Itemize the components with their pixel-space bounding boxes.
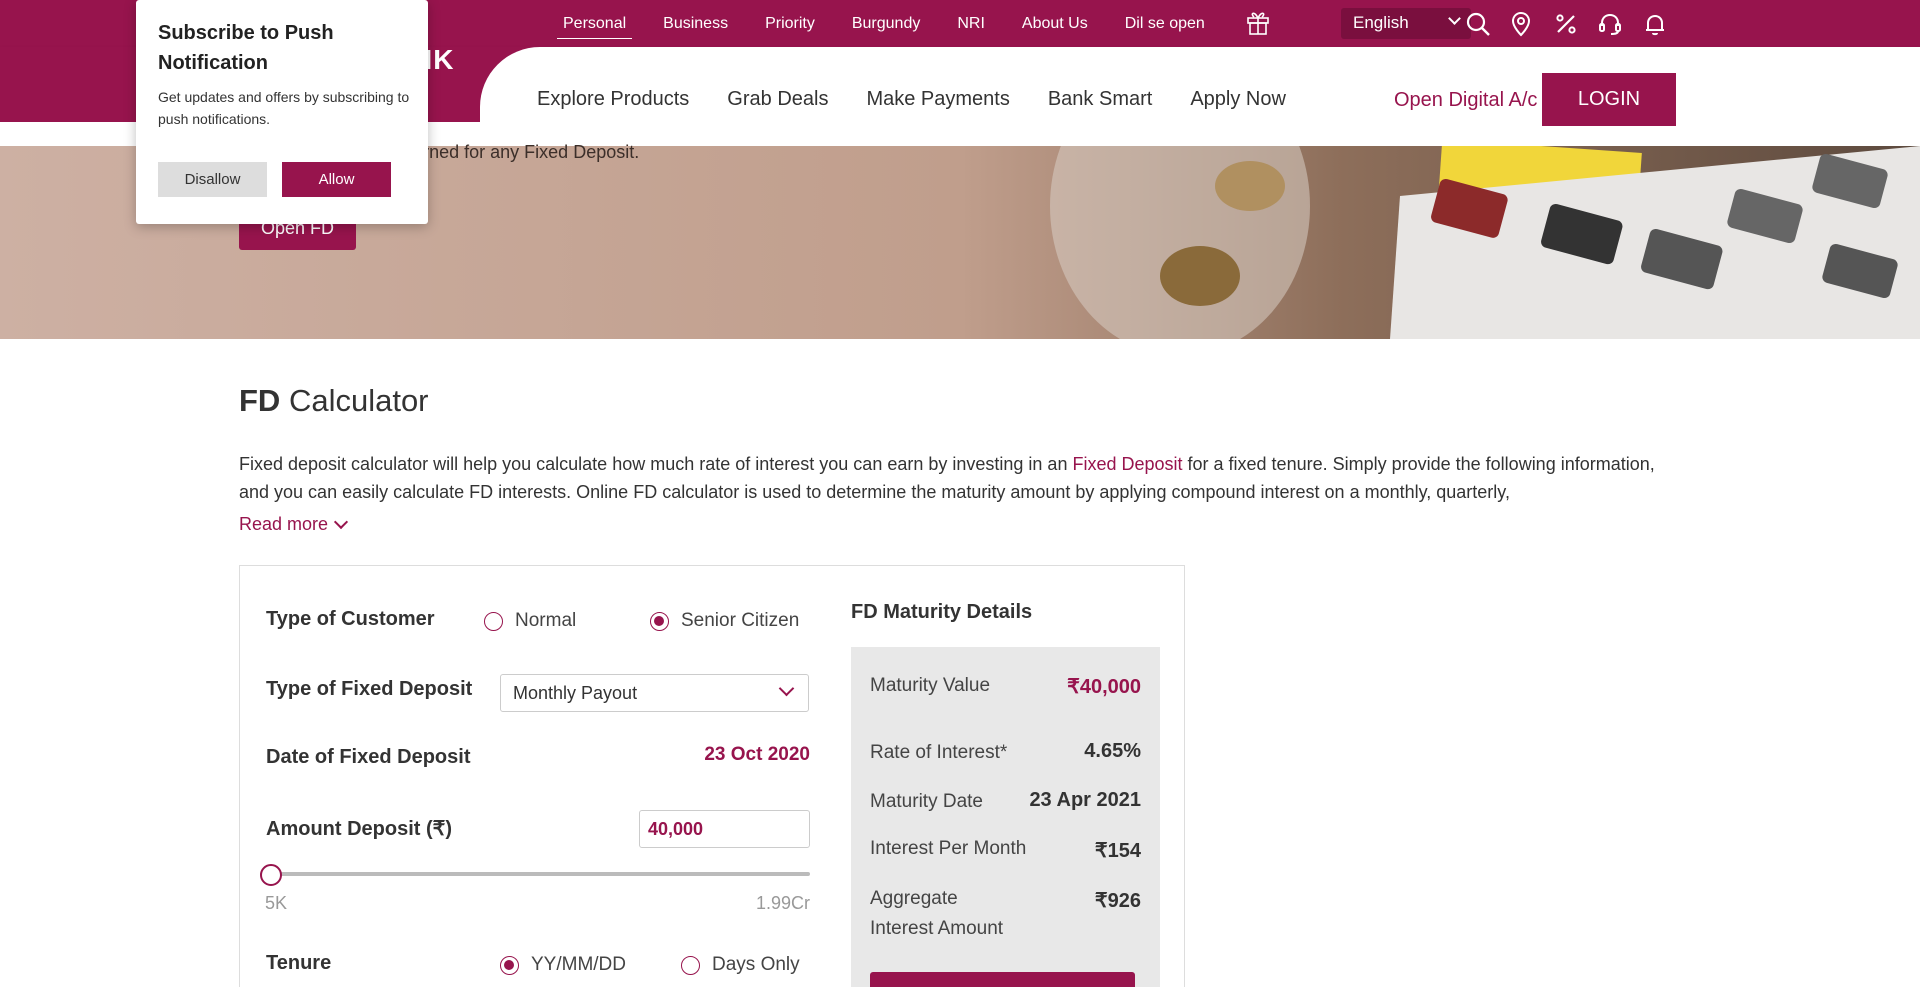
radio-circle xyxy=(681,955,700,975)
nav-bank-smart[interactable]: Bank Smart xyxy=(1048,88,1152,111)
nav-make-payments[interactable]: Make Payments xyxy=(866,88,1009,111)
customer-senior-label: Senior Citizen xyxy=(681,610,800,631)
fd-date-value[interactable]: 23 Oct 2020 xyxy=(660,744,810,766)
slider-max-label: 1.99Cr xyxy=(755,893,810,913)
customer-normal-radio[interactable]: Normal xyxy=(484,610,576,632)
page-title-rest: Calculator xyxy=(280,383,429,418)
maturity-date-value: 23 Apr 2021 xyxy=(1029,789,1141,811)
location-pin-icon[interactable] xyxy=(1508,11,1534,37)
push-notification-popup: Subscribe to Push Notification Get updat… xyxy=(136,0,428,224)
tenure-yymmdd-label: YY/MM/DD xyxy=(531,954,626,975)
tenure-label: Tenure xyxy=(266,952,332,974)
support-headset-icon[interactable] xyxy=(1597,11,1623,37)
search-icon[interactable] xyxy=(1465,11,1491,37)
offers-percent-icon[interactable] xyxy=(1553,11,1579,37)
notification-bell-icon[interactable] xyxy=(1642,11,1668,37)
fd-calculator: Type of Customer Normal Senior Citizen T… xyxy=(239,565,1185,987)
rate-value: 4.65% xyxy=(1084,740,1141,762)
allow-button[interactable]: Allow xyxy=(282,162,391,197)
topnav-priority[interactable]: Priority xyxy=(765,14,815,39)
rate-label: Rate of Interest* xyxy=(870,742,1008,763)
amount-input[interactable] xyxy=(639,810,810,848)
radio-circle-selected xyxy=(500,955,519,975)
customer-type-label: Type of Customer xyxy=(266,608,435,630)
nav-apply-now[interactable]: Apply Now xyxy=(1190,88,1286,111)
tenure-days-label: Days Only xyxy=(712,954,800,975)
page-title: FD Calculator xyxy=(239,383,429,419)
language-value: English xyxy=(1353,13,1409,32)
maturity-details-title: FD Maturity Details xyxy=(851,601,1033,623)
customer-normal-label: Normal xyxy=(515,610,577,631)
chevron-down-icon xyxy=(333,514,349,530)
topnav-business[interactable]: Business xyxy=(663,14,728,39)
intro-paragraph: Fixed deposit calculator will help you c… xyxy=(239,450,1659,506)
fd-type-value: Monthly Payout xyxy=(513,683,638,703)
topnav-dil-se-open[interactable]: Dil se open xyxy=(1125,14,1205,39)
amount-label: Amount Deposit (₹) xyxy=(266,818,453,840)
fd-type-select[interactable]: Monthly Payout xyxy=(500,674,809,712)
popup-title: Subscribe to Push Notification xyxy=(158,22,334,74)
nav-explore-products[interactable]: Explore Products xyxy=(537,88,689,111)
login-button[interactable]: LOGIN xyxy=(1542,73,1676,126)
fixed-deposit-link[interactable]: Fixed Deposit xyxy=(1072,454,1182,474)
fd-type-label: Type of Fixed Deposit xyxy=(266,678,473,700)
main-nav: Explore Products Grab Deals Make Payment… xyxy=(537,88,1286,111)
tenure-days-only-radio[interactable]: Days Only xyxy=(681,954,800,976)
gift-icon[interactable] xyxy=(1246,8,1270,36)
topnav-personal[interactable]: Personal xyxy=(557,14,633,39)
chevron-down-icon xyxy=(1448,12,1461,25)
topnav-about-us[interactable]: About Us xyxy=(1022,14,1088,39)
popup-description: Get updates and offers by subscribing to… xyxy=(158,89,410,127)
interest-per-month-value: ₹154 xyxy=(1094,840,1141,862)
topnav-nri[interactable]: NRI xyxy=(957,14,985,39)
read-more-label: Read more xyxy=(239,514,329,534)
disallow-button[interactable]: Disallow xyxy=(158,162,267,197)
amount-slider-track[interactable] xyxy=(260,872,810,876)
radio-circle xyxy=(484,611,503,631)
maturity-value-label: Maturity Value xyxy=(870,675,991,696)
customer-senior-citizen-radio[interactable]: Senior Citizen xyxy=(650,610,799,632)
read-more-link[interactable]: Read more xyxy=(239,514,349,535)
open-fd-button[interactable]: Open FD xyxy=(870,972,1135,987)
maturity-details-panel: Maturity Value ₹40,000 Rate of Interest*… xyxy=(851,647,1160,987)
interest-per-month-label: Interest Per Month xyxy=(870,838,1027,859)
intro-text-1: Fixed deposit calculator will help you c… xyxy=(239,454,1073,474)
chevron-down-icon xyxy=(778,680,795,697)
fd-date-label: Date of Fixed Deposit xyxy=(266,746,471,768)
open-digital-account-link[interactable]: Open Digital A/c xyxy=(1394,89,1537,112)
topnav-burgundy[interactable]: Burgundy xyxy=(852,14,921,39)
radio-circle-selected xyxy=(650,611,669,631)
maturity-value: ₹40,000 xyxy=(1067,676,1141,698)
amount-slider-handle[interactable] xyxy=(260,864,282,886)
tenure-yymmdd-radio[interactable]: YY/MM/DD xyxy=(500,954,626,976)
language-select[interactable]: English xyxy=(1341,8,1471,39)
aggregate-interest-value: ₹926 xyxy=(1094,890,1141,912)
page-title-bold: FD xyxy=(239,383,281,418)
slider-min-label: 5K xyxy=(265,893,288,913)
top-nav: Personal Business Priority Burgundy NRI … xyxy=(557,14,1205,39)
maturity-date-label: Maturity Date xyxy=(870,791,983,812)
nav-grab-deals[interactable]: Grab Deals xyxy=(727,88,828,111)
aggregate-interest-label: Aggregate Interest Amount xyxy=(870,888,1004,939)
